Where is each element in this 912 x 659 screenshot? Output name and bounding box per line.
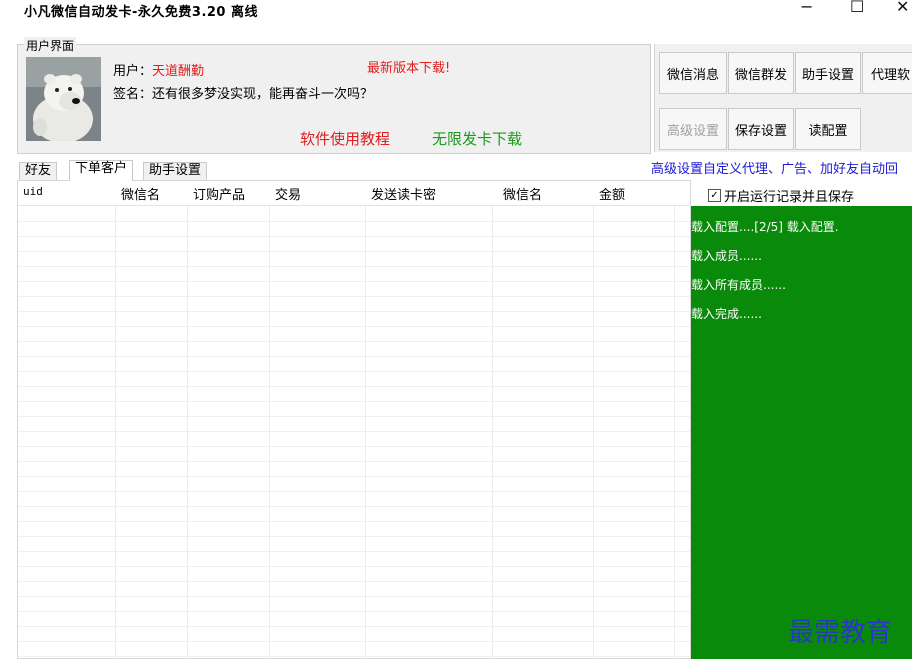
assistant-settings-button[interactable]: 助手设置 [795,52,861,94]
table-row-line [18,506,690,507]
tab-friends[interactable]: 好友 [19,162,58,180]
user-name-row: 用户：天道酬勤 [113,60,204,79]
log-line: 载入成员...... [691,249,762,263]
log-line: 载入配置....[2/5] 载入配置. [691,220,839,234]
signature-label: 签名： [113,87,153,102]
agent-software-button[interactable]: 代理软 [862,52,912,94]
table-row-line [18,341,690,342]
table-row-line [18,296,690,297]
table-row-line [18,356,690,357]
log-line: 载入所有成员...... [691,278,786,292]
table-row-line [18,431,690,432]
order-customers-table[interactable]: uid 微信名 订购产品 交易 发送读卡密 微信名 金额 [17,180,691,659]
table-row-line [18,386,690,387]
table-row-line [18,491,690,492]
user-panel-label: 用户界面 [24,37,77,54]
save-settings-button[interactable]: 保存设置 [728,108,794,150]
tutorial-link[interactable]: 软件使用教程 [300,128,390,149]
latest-version-download-link[interactable]: 最新版本下载! [367,57,450,76]
signature-row: 签名：还有很多梦没实现，能再奋斗一次吗？ [113,83,373,102]
maximize-button[interactable]: ☐ [850,0,864,16]
table-row-line [18,596,690,597]
log-record-checkbox-label: 开启运行记录并且保存 [724,190,855,205]
advanced-settings-button[interactable]: 高级设置 [659,108,727,150]
run-log-panel: 载入配置....[2/5] 载入配置. 载入成员...... 载入所有成员...… [691,206,912,659]
user-label: 用户： [113,64,153,79]
table-row-line [18,656,690,657]
table-row-line [18,281,690,282]
column-header-transaction[interactable]: 交易 [275,184,301,203]
table-row-line [18,326,690,327]
log-record-checkbox[interactable]: ✓ [708,189,721,202]
column-header-product[interactable]: 订购产品 [193,184,245,203]
table-row-line [18,416,690,417]
tab-strip: 好友 下单客户 助手设置 [17,160,657,181]
wechat-message-button[interactable]: 微信消息 [659,52,727,94]
column-header-wechat-name[interactable]: 微信名 [121,184,160,203]
advanced-settings-promo-link[interactable]: 高级设置自定义代理、广告、加好友自动回 [651,158,898,177]
table-row-line [18,581,690,582]
table-row-line [18,371,690,372]
watermark: 最需教育 [788,618,893,648]
column-header-uid[interactable]: uid [23,185,43,198]
avatar [26,57,101,143]
table-header: uid 微信名 订购产品 交易 发送读卡密 微信名 金额 [18,181,690,206]
column-header-send-card-key[interactable]: 发送读卡密 [371,184,436,203]
table-row-line [18,446,690,447]
table-row-line [18,521,690,522]
table-row-line [18,236,690,237]
minimize-button[interactable]: − [800,0,813,16]
log-line: 载入完成...... [691,307,762,321]
wechat-group-send-button[interactable]: 微信群发 [728,52,794,94]
table-row-line [18,461,690,462]
table-row-line [18,266,690,267]
unlimited-download-link[interactable]: 无限发卡下载 [432,128,522,149]
user-name: 天道酬勤 [152,64,205,79]
tab-assistant-settings[interactable]: 助手设置 [143,162,208,180]
column-header-wechat-name-2[interactable]: 微信名 [503,184,542,203]
window-title: 小凡微信自动发卡-永久免费3.20 离线 [24,5,258,20]
polar-bear-avatar-icon [26,57,101,143]
tab-order-customers[interactable]: 下单客户 [69,160,134,181]
signature-text: 还有很多梦没实现，能再奋斗一次吗？ [152,87,374,102]
table-row-line [18,536,690,537]
table-row-line [18,401,690,402]
table-row-line [18,251,690,252]
table-row-line [18,641,690,642]
column-header-amount[interactable]: 金额 [599,184,625,203]
button-panel: 微信消息 微信群发 助手设置 代理软 高级设置 保存设置 读配置 [654,44,912,152]
table-row-line [18,551,690,552]
table-row-line [18,626,690,627]
table-row-line [18,311,690,312]
close-button[interactable]: ✕ [896,0,909,16]
table-row-line [18,566,690,567]
log-record-checkbox-row[interactable]: ✓ 开启运行记录并且保存 [708,186,854,205]
table-row-line [18,221,690,222]
table-row-line [18,611,690,612]
load-config-button[interactable]: 读配置 [795,108,861,150]
table-row-line [18,476,690,477]
